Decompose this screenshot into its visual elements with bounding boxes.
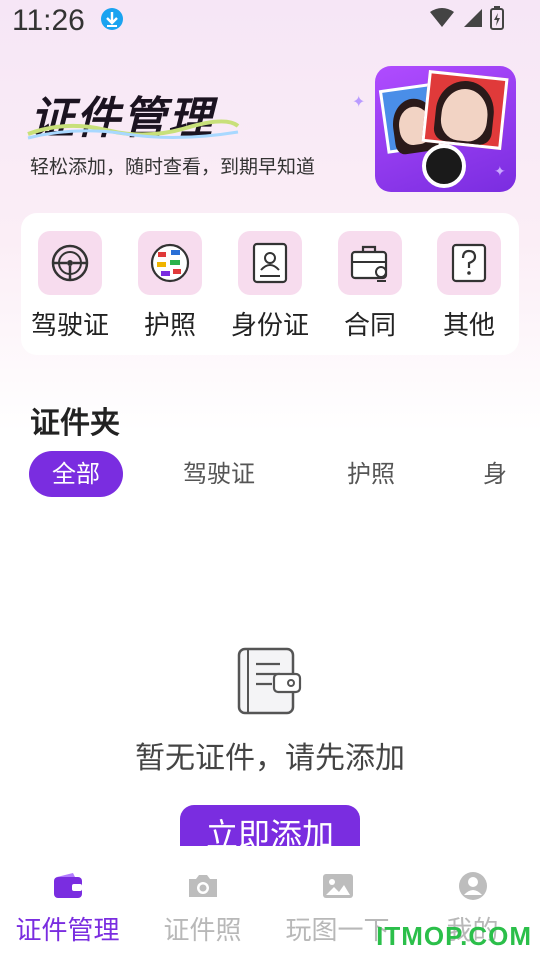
category-driving-license[interactable]: 驾驶证 <box>20 231 120 342</box>
user-icon <box>405 870 540 902</box>
nav-document-management[interactable]: 证件管理 <box>0 870 135 947</box>
download-icon <box>101 8 123 30</box>
empty-notebook-icon <box>237 647 302 715</box>
filter-tabs: 全部 驾驶证 护照 身 <box>29 451 509 497</box>
tab-passport[interactable]: 护照 <box>347 451 395 497</box>
status-time: 11:26 <box>12 4 85 37</box>
category-id-card[interactable]: 身份证 <box>220 231 320 342</box>
sparkle-icon: ✦ <box>494 164 506 180</box>
category-label: 其他 <box>442 311 495 341</box>
signal-icon <box>462 8 482 32</box>
category-label: 驾驶证 <box>30 311 109 341</box>
photo-red <box>421 70 509 150</box>
category-passport[interactable]: 护照 <box>120 231 220 342</box>
category-label: 合同 <box>343 311 396 341</box>
bottom-nav: 证件管理 证件照 玩图一下 我的 ITMOP.COM <box>0 846 540 960</box>
category-contract[interactable]: 合同 <box>320 231 420 342</box>
camera-icon <box>135 870 270 902</box>
steering-wheel-icon <box>38 231 102 295</box>
tab-all[interactable]: 全部 <box>29 451 123 497</box>
section-title: 证件夹 <box>30 406 120 441</box>
category-card: 驾驶证 护照 身份证 合同 其他 <box>21 213 519 355</box>
nav-id-photo[interactable]: 证件照 <box>135 870 270 947</box>
category-other[interactable]: 其他 <box>419 231 519 342</box>
watermark: ITMOP.COM <box>376 921 532 951</box>
image-icon <box>270 870 405 902</box>
wifi-icon <box>430 8 454 32</box>
page-subtitle: 轻松添加，随时查看，到期早知道 <box>30 156 316 178</box>
empty-message: 暂无证件，请先添加 <box>135 741 405 776</box>
title-underline-decoration <box>27 119 240 140</box>
question-mark-icon <box>437 231 501 295</box>
camera-lens-icon <box>422 144 466 188</box>
category-label: 身份证 <box>230 311 309 341</box>
nav-label: 证件管理 <box>15 916 120 946</box>
nav-label: 证件照 <box>163 916 242 946</box>
tab-id-card[interactable]: 身 <box>483 451 507 497</box>
battery-icon <box>490 6 504 34</box>
tab-driving-license[interactable]: 驾驶证 <box>183 451 255 497</box>
wallet-icon <box>0 870 135 902</box>
status-bar: 11:26 <box>0 0 540 44</box>
globe-flags-icon <box>138 231 202 295</box>
id-card-icon <box>238 231 302 295</box>
sparkle-icon: ✦ <box>352 92 366 111</box>
briefcase-stamp-icon <box>338 231 402 295</box>
category-label: 护照 <box>143 311 196 341</box>
